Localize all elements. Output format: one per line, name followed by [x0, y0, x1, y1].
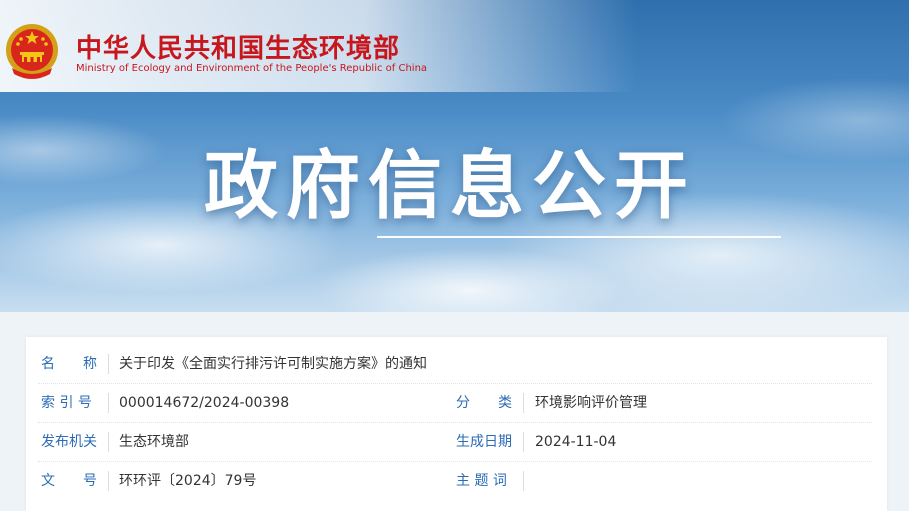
national-emblem-icon[interactable]: [4, 22, 60, 82]
label-docnumber: 文 号: [41, 473, 97, 489]
label-keywords: 主 题 词: [456, 473, 507, 489]
separator: [108, 393, 109, 413]
info-row-publisher: 发布机关 生态环境部 生成日期 2024-11-04: [38, 423, 872, 462]
info-row-name: 名 称 关于印发《全面实行排污许可制实施方案》的通知: [38, 345, 872, 384]
info-panel: 名 称 关于印发《全面实行排污许可制实施方案》的通知 索 引 号 0000146…: [26, 337, 887, 511]
separator: [523, 393, 524, 413]
value-category: 环境影响评价管理: [535, 395, 647, 411]
label-index: 索 引 号: [41, 395, 92, 411]
value-index: 000014672/2024-00398: [119, 395, 290, 411]
separator: [108, 471, 109, 491]
separator: [523, 471, 524, 491]
banner-title: 政府信息公开: [204, 143, 696, 229]
ministry-name-en[interactable]: Ministry of Ecology and Environment of t…: [76, 63, 427, 74]
value-publisher: 生态环境部: [119, 434, 189, 450]
value-name: 关于印发《全面实行排污许可制实施方案》的通知: [119, 356, 427, 372]
label-category: 分 类: [456, 395, 512, 411]
separator: [108, 432, 109, 452]
info-row-index: 索 引 号 000014672/2024-00398 分 类 环境影响评价管理: [38, 384, 872, 423]
label-date: 生成日期: [456, 434, 512, 450]
ministry-name-cn[interactable]: 中华人民共和国生态环境部: [76, 28, 400, 65]
separator: [523, 432, 524, 452]
value-docnumber: 环环评〔2024〕79号: [119, 473, 257, 489]
label-publisher: 发布机关: [41, 434, 97, 450]
separator: [108, 354, 109, 374]
value-date: 2024-11-04: [535, 434, 617, 450]
header-banner: 中华人民共和国生态环境部 Ministry of Ecology and Env…: [0, 0, 909, 312]
banner-divider: [377, 236, 781, 238]
label-name: 名 称: [41, 356, 97, 372]
info-row-docnumber: 文 号 环环评〔2024〕79号 主 题 词: [38, 462, 872, 500]
